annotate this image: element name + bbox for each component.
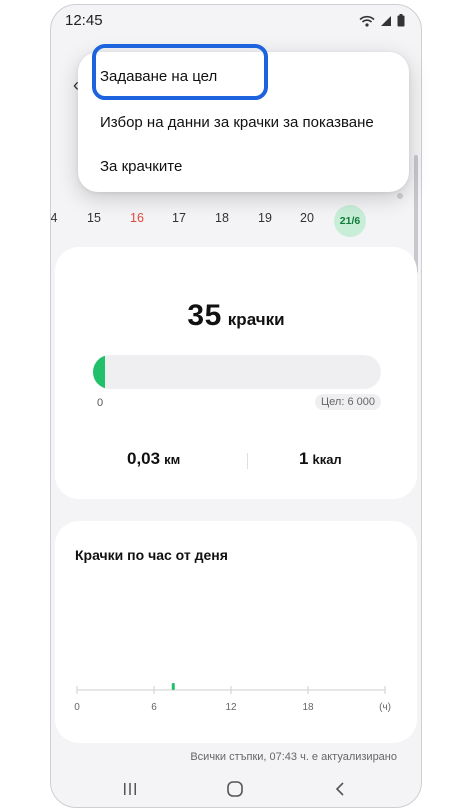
menu-item-select-step-data[interactable]: Избор на данни за крачки за показване: [100, 114, 374, 131]
chart-x-tick-label: 18: [302, 702, 314, 713]
steps-unit: крачки: [227, 310, 285, 329]
navigation-bar: [51, 771, 421, 807]
chart-x-tick-label: 12: [225, 702, 237, 713]
goal-label: Цел: 6 000: [315, 394, 381, 410]
steps-summary-card: 35 крачки 0 Цел: 6 000 0,03 км 1 kкал: [55, 247, 417, 499]
steps-value: 35: [187, 299, 222, 332]
steps-progress-bar: [93, 355, 381, 389]
battery-icon: [397, 14, 405, 27]
status-icons: [359, 14, 405, 27]
day-15[interactable]: 15: [79, 211, 109, 225]
back-icon: [335, 782, 344, 796]
chart-bar: [171, 683, 175, 690]
distance-stat: 0,03 км: [127, 449, 180, 469]
chart-x-tick-label: 0: [74, 702, 80, 713]
hourly-steps-chart: 0 6 12 18 (ч): [74, 683, 391, 713]
day-indicator-dot: [397, 193, 403, 199]
menu-item-about-steps[interactable]: За крачките: [100, 158, 182, 175]
last-updated-note: Всички стъпки, 07:43 ч. е актуализирано: [190, 751, 397, 763]
status-time: 12:45: [65, 12, 103, 29]
day-4[interactable]: 4: [51, 211, 69, 225]
steps-count: 35 крачки: [55, 299, 417, 333]
day-21-selected[interactable]: 21/6: [334, 205, 366, 237]
distance-unit: км: [164, 452, 181, 467]
wifi-icon: [359, 15, 375, 27]
day-17[interactable]: 17: [164, 211, 194, 225]
calories-value: 1: [299, 449, 309, 468]
day-16[interactable]: 16: [122, 211, 152, 225]
distance-value: 0,03: [127, 449, 161, 468]
status-bar: 12:45: [51, 5, 421, 35]
signal-icon: [381, 15, 391, 26]
set-goal-highlight-frame: [92, 44, 268, 100]
date-strip: 4 15 16 17 18 19 20 21/6: [51, 205, 421, 237]
chart-x-tick-label: 6: [151, 702, 157, 713]
stat-divider: [247, 453, 248, 469]
calories-stat: 1 kкал: [299, 449, 342, 469]
day-18[interactable]: 18: [207, 211, 237, 225]
recent-apps-button[interactable]: [115, 777, 145, 801]
home-button[interactable]: [220, 777, 250, 801]
calories-unit: kкал: [312, 452, 342, 467]
chart-x-tick-label: (ч): [379, 702, 391, 713]
progress-min-label: 0: [97, 397, 104, 409]
home-icon: [227, 781, 243, 797]
recent-apps-icon: [124, 783, 136, 795]
hourly-steps-card: Крачки по час от деня 0 6 12 18 (ч): [55, 521, 417, 743]
steps-progress-fill: [93, 355, 105, 389]
back-button[interactable]: [325, 777, 355, 801]
day-19[interactable]: 19: [250, 211, 280, 225]
day-20[interactable]: 20: [292, 211, 322, 225]
